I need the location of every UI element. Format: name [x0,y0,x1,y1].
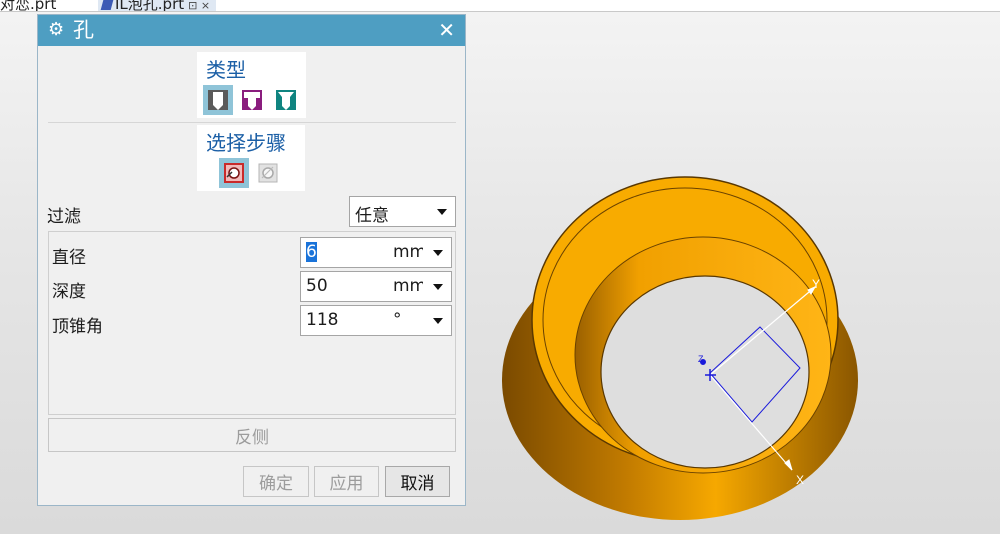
axis-x-label: X [796,473,804,487]
bore-opening [600,275,810,469]
counterbore-hole-button[interactable] [237,85,267,115]
counterbore-hole-icon [242,90,262,110]
countersink-hole-button[interactable] [271,85,301,115]
axis-y-label: Y [812,277,820,291]
file-tab-2-label: IL泡孔.prt [115,0,185,12]
close-icon[interactable]: ✕ [438,18,455,42]
dropdown-arrow-icon[interactable] [433,250,443,256]
depth-unit: mm [393,276,423,296]
depth-field[interactable]: 50 mm [300,271,452,302]
select-point-icon [258,163,278,183]
cancel-button[interactable]: 取消 [385,466,450,497]
tip-angle-field[interactable]: 118 ° [300,305,452,336]
file-tab-strip: 对恋.prt IL泡孔.prt ⊡ × [0,0,1000,12]
ok-button[interactable]: 确定 [243,466,309,497]
select-face-icon [224,163,244,183]
dropdown-arrow-icon[interactable] [433,318,443,324]
dropdown-arrow-icon [437,209,447,215]
hole-dialog: ⚙ 孔 ✕ 类型 选择步骤 过滤 任意 直径 6 mm 深度 50 mm 顶锥角… [37,14,466,506]
diameter-unit: mm [393,242,423,262]
gear-icon[interactable]: ⚙ [48,19,64,41]
tip-angle-unit: ° [393,310,402,330]
simple-hole-button[interactable] [203,85,233,115]
type-label: 类型 [206,58,246,82]
depth-label: 深度 [52,282,86,302]
separator [48,122,456,123]
part-file-icon [100,0,114,10]
dimensions-panel: 直径 6 mm 深度 50 mm 顶锥角 118 ° [48,231,456,415]
depth-value[interactable]: 50 [306,276,328,296]
select-point-button[interactable] [253,158,283,188]
reverse-side-button[interactable]: 反侧 [48,418,456,452]
diameter-label: 直径 [52,248,86,268]
type-group: 类型 [197,52,306,118]
select-step-group: 选择步骤 [197,125,305,191]
tip-angle-label: 顶锥角 [52,317,103,337]
filter-value: 任意 [355,206,389,226]
file-tab-1[interactable]: 对恋.prt [0,0,56,11]
dropdown-arrow-icon[interactable] [433,284,443,290]
dialog-title-bar[interactable]: ⚙ 孔 ✕ [38,15,465,46]
cylinder-part[interactable] [502,176,858,520]
diameter-value[interactable]: 6 [306,242,317,262]
simple-hole-icon [208,90,228,110]
graphics-viewport[interactable]: Z X Y [500,140,1000,534]
file-tab-2[interactable]: IL泡孔.prt ⊡ × [98,0,217,12]
countersink-hole-icon [276,90,296,110]
axis-z-label: Z [698,354,704,364]
filter-label: 过滤 [47,207,81,227]
dialog-title: 孔 [73,18,94,42]
diameter-value-text: 6 [306,242,317,262]
filter-dropdown[interactable]: 任意 [349,196,456,227]
diameter-field[interactable]: 6 mm [300,237,452,268]
tab-close-icon[interactable]: ⊡ × [188,0,210,11]
select-step-label: 选择步骤 [206,131,286,155]
apply-button[interactable]: 应用 [314,466,379,497]
select-face-button[interactable] [219,158,249,188]
tip-angle-value[interactable]: 118 [306,310,338,330]
